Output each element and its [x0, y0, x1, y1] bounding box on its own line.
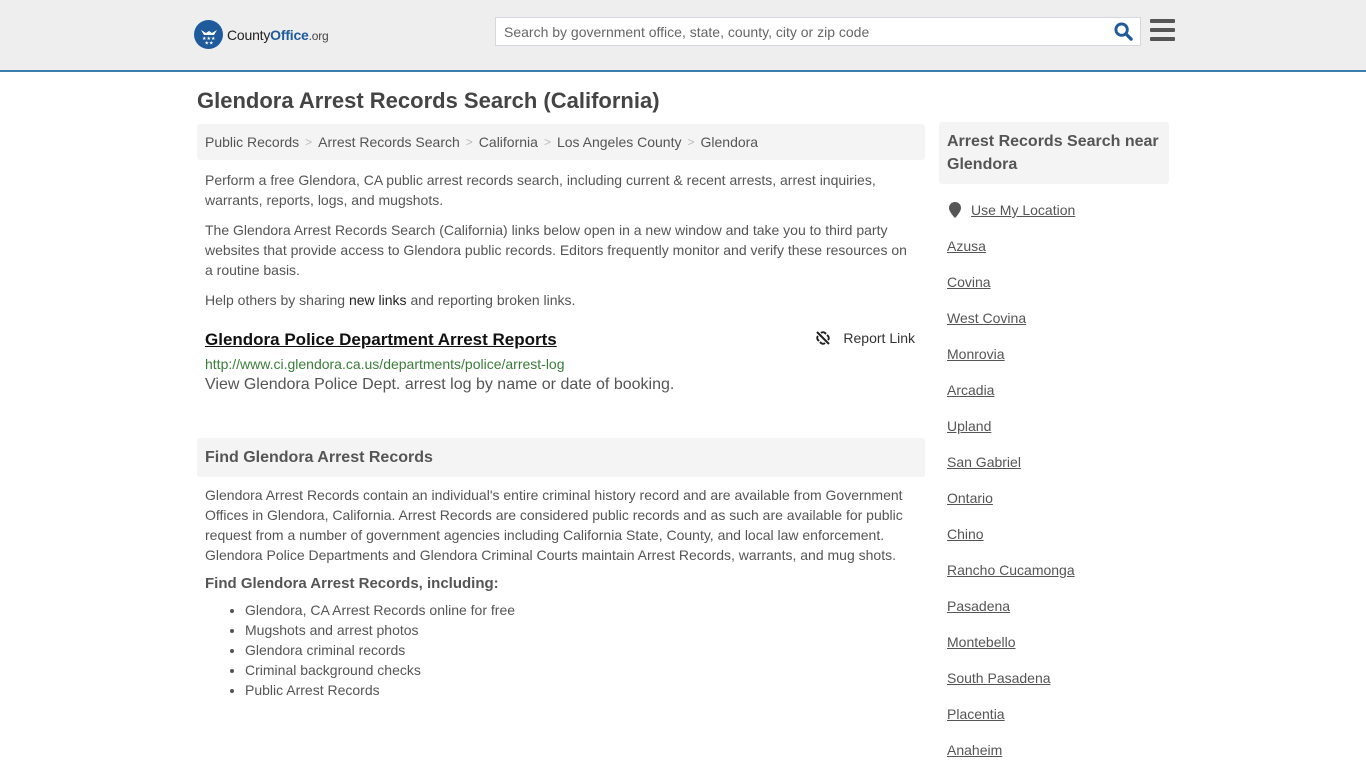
sidebar-city-item: Upland: [947, 418, 1161, 454]
eagle-stars-logo-icon: ★★★ ★★: [194, 20, 223, 49]
breadcrumb-glendora[interactable]: Glendora: [701, 134, 759, 150]
list-item: Glendora, CA Arrest Records online for f…: [245, 600, 925, 620]
resource-description: View Glendora Police Dept. arrest log by…: [205, 376, 675, 393]
sidebar-city-item: Arcadia: [947, 382, 1161, 418]
resource-item: Glendora Police Department Arrest Report…: [197, 330, 925, 394]
breadcrumb: Public Records > Arrest Records Search >…: [197, 124, 925, 160]
site-logo[interactable]: ★★★ ★★ CountyOffice.org: [194, 20, 329, 49]
search-input[interactable]: [496, 18, 1106, 45]
site-header: ★★★ ★★ CountyOffice.org: [0, 0, 1366, 72]
hamburger-menu-icon-bar: [1150, 19, 1175, 23]
sidebar-city-item: Monrovia: [947, 346, 1161, 382]
city-link-arcadia[interactable]: Arcadia: [947, 382, 994, 398]
sidebar-city-item: South Pasadena: [947, 670, 1161, 706]
breadcrumb-california[interactable]: California: [479, 134, 538, 150]
main-content: Public Records > Arrest Records Search >…: [197, 124, 925, 700]
city-link-rancho-cucamonga[interactable]: Rancho Cucamonga: [947, 562, 1075, 578]
list-item: Public Arrest Records: [245, 680, 925, 700]
use-my-location-link[interactable]: Use My Location: [971, 202, 1075, 218]
city-link-pasadena[interactable]: Pasadena: [947, 598, 1010, 614]
city-link-monrovia[interactable]: Monrovia: [947, 346, 1005, 362]
sidebar-city-item: Rancho Cucamonga: [947, 562, 1161, 598]
nearby-cities-list: Use My Location Azusa Covina West Covina…: [939, 202, 1169, 778]
intro-paragraph: Perform a free Glendora, CA public arres…: [205, 172, 876, 208]
intro-text: Perform a free Glendora, CA public arres…: [197, 170, 925, 310]
find-records-list: Glendora, CA Arrest Records online for f…: [197, 600, 925, 700]
map-pin-icon: [949, 202, 961, 218]
hamburger-menu-button[interactable]: [1150, 19, 1175, 41]
search-bar: [495, 17, 1141, 46]
city-link-ontario[interactable]: Ontario: [947, 490, 993, 506]
list-item: Mugshots and arrest photos: [245, 620, 925, 640]
sidebar-city-item: Montebello: [947, 634, 1161, 670]
breadcrumb-los-angeles-county[interactable]: Los Angeles County: [557, 134, 682, 150]
search-icon: [1113, 22, 1133, 41]
sidebar-city-item: Anaheim: [947, 742, 1161, 778]
breadcrumb-arrest-records-search[interactable]: Arrest Records Search: [318, 134, 460, 150]
breadcrumb-separator: >: [687, 135, 695, 149]
sidebar-city-item: Azusa: [947, 238, 1161, 274]
city-link-san-gabriel[interactable]: San Gabriel: [947, 454, 1021, 470]
report-link-label: Report Link: [843, 330, 915, 346]
city-link-anaheim[interactable]: Anaheim: [947, 742, 1002, 758]
city-link-placentia[interactable]: Placentia: [947, 706, 1005, 722]
hamburger-menu-icon-bar: [1150, 37, 1175, 41]
new-links-link[interactable]: new links: [349, 292, 407, 308]
find-records-subheading: Find Glendora Arrest Records, including:: [205, 575, 499, 592]
search-button[interactable]: [1106, 18, 1140, 45]
share-links-paragraph: Help others by sharing new links and rep…: [205, 292, 576, 308]
find-records-body: Glendora Arrest Records contain an indiv…: [205, 487, 903, 563]
sidebar-city-item: Placentia: [947, 706, 1161, 742]
sidebar-heading: Arrest Records Search near Glendora: [939, 122, 1169, 184]
resource-url[interactable]: http://www.ci.glendora.ca.us/departments…: [205, 356, 917, 372]
use-my-location-item: Use My Location: [947, 202, 1161, 238]
sidebar-city-item: Ontario: [947, 490, 1161, 526]
intro-paragraph: The Glendora Arrest Records Search (Cali…: [205, 222, 907, 278]
page-title: Glendora Arrest Records Search (Californ…: [197, 88, 660, 113]
list-item: Criminal background checks: [245, 660, 925, 680]
find-records-heading: Find Glendora Arrest Records: [197, 438, 925, 477]
breadcrumb-public-records[interactable]: Public Records: [205, 134, 299, 150]
logo-text: CountyOffice.org: [227, 26, 329, 43]
resource-title-link[interactable]: Glendora Police Department Arrest Report…: [205, 330, 557, 350]
svg-text:★★: ★★: [204, 40, 213, 46]
city-link-chino[interactable]: Chino: [947, 526, 984, 542]
sidebar-city-item: West Covina: [947, 310, 1161, 346]
city-link-montebello[interactable]: Montebello: [947, 634, 1016, 650]
city-link-west-covina[interactable]: West Covina: [947, 310, 1026, 326]
breadcrumb-separator: >: [543, 135, 551, 149]
hamburger-menu-icon-bar: [1150, 28, 1175, 32]
sidebar-city-item: Covina: [947, 274, 1161, 310]
breadcrumb-separator: >: [305, 135, 313, 149]
broken-link-icon: [816, 331, 831, 345]
sidebar-city-item: San Gabriel: [947, 454, 1161, 490]
sidebar-city-item: Chino: [947, 526, 1161, 562]
sidebar-city-item: Pasadena: [947, 598, 1161, 634]
sidebar: Arrest Records Search near Glendora Use …: [939, 122, 1169, 778]
city-link-upland[interactable]: Upland: [947, 418, 991, 434]
report-link-button[interactable]: Report Link: [815, 330, 915, 346]
city-link-azusa[interactable]: Azusa: [947, 238, 986, 254]
breadcrumb-separator: >: [465, 135, 473, 149]
city-link-covina[interactable]: Covina: [947, 274, 991, 290]
list-item: Glendora criminal records: [245, 640, 925, 660]
city-link-south-pasadena[interactable]: South Pasadena: [947, 670, 1051, 686]
